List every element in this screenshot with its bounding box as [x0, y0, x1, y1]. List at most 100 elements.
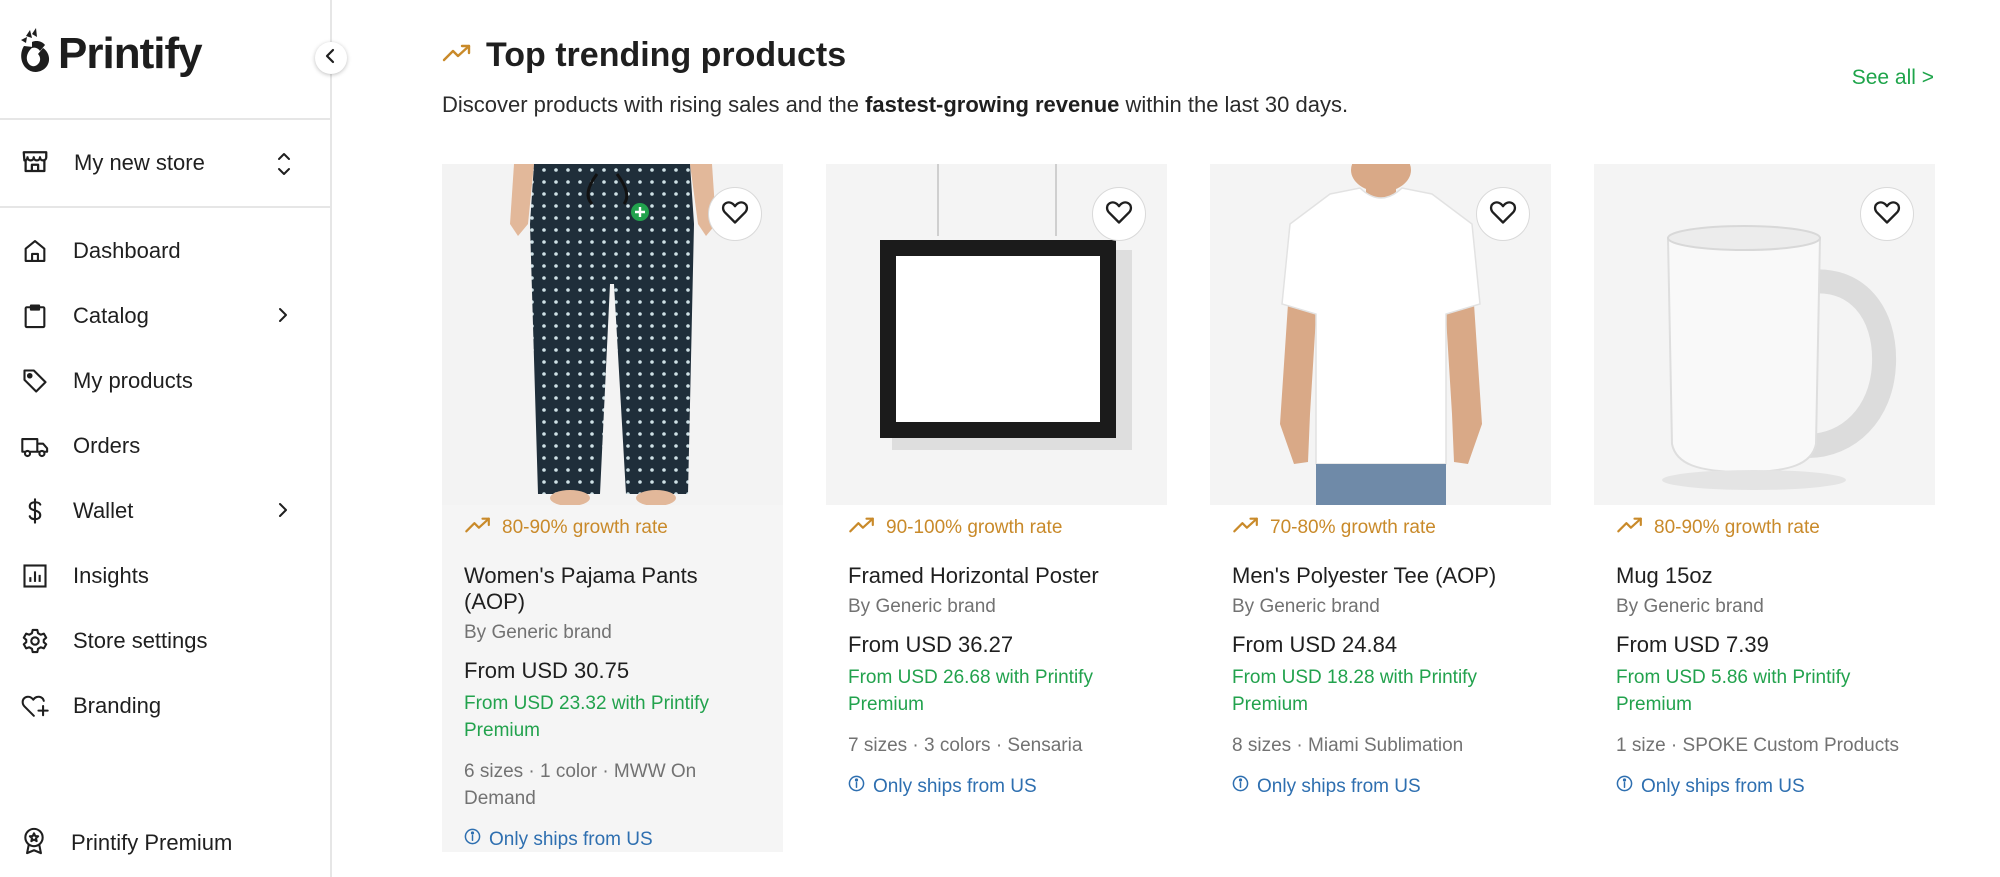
product-card[interactable]: 80-90% growth rate Mug 15oz By Generic b… [1594, 164, 1935, 852]
product-price: From USD 24.84 [1232, 632, 1398, 657]
growth-rate: 80-90% growth rate [1616, 515, 1913, 541]
product-meta: 8 sizes · Miami Sublimation [1232, 735, 1464, 756]
heart-plus-icon [20, 691, 50, 721]
printify-logo[interactable]: Printify [18, 26, 203, 82]
sidebar-item-branding[interactable]: Branding [0, 673, 332, 738]
heart-icon [1873, 199, 1901, 230]
heart-icon [721, 199, 749, 230]
shipping-info-text: Only ships from US [1641, 775, 1805, 797]
trending-up-icon [464, 516, 492, 540]
sidebar-item-label: Wallet [73, 497, 134, 523]
premium-price: From USD 23.32 with Printify Premium [464, 693, 709, 741]
info-icon [464, 828, 481, 851]
sidebar-item-label: Printify Premium [71, 830, 233, 855]
product-name[interactable]: Mug 15oz [1616, 563, 1913, 589]
sidebar-item-label: Orders [73, 432, 141, 458]
growth-rate-text: 80-90% growth rate [502, 517, 668, 538]
growth-rate-text: 70-80% growth rate [1270, 517, 1436, 538]
product-brand: By Generic brand [848, 596, 996, 617]
sidebar-nav: Dashboard Catalog My products Orders Wal… [0, 218, 332, 738]
product-brand: By Generic brand [464, 622, 612, 643]
product-meta: 1 size · SPOKE Custom Products [1616, 735, 1899, 756]
product-image[interactable] [442, 164, 783, 505]
shipping-info[interactable]: Only ships from US [848, 775, 1145, 798]
product-info: 70-80% growth rate Men's Polyester Tee (… [1210, 515, 1551, 798]
sidebar-item-label: Insights [73, 562, 149, 588]
dollar-icon [20, 496, 50, 526]
page-subtitle: Discover products with rising sales and … [442, 92, 1348, 118]
product-info: 80-90% growth rate Women's Pajama Pants … [442, 515, 783, 851]
sidebar-item-wallet[interactable]: Wallet [0, 478, 332, 543]
info-icon [848, 775, 865, 798]
premium-badge-icon [20, 826, 48, 861]
product-price: From USD 36.27 [848, 632, 1014, 657]
home-icon [20, 236, 50, 266]
favorite-button[interactable] [1092, 187, 1146, 241]
product-name[interactable]: Framed Horizontal Poster [848, 563, 1145, 589]
logo-text: Printify [58, 29, 203, 78]
product-meta: 7 sizes · 3 colors · Sensaria [848, 735, 1083, 756]
see-all-link[interactable]: See all > [1852, 66, 1934, 90]
clipboard-icon [20, 301, 50, 331]
store-selector[interactable]: My new store [0, 120, 332, 206]
sidebar-item-label: Branding [73, 692, 162, 718]
product-card[interactable]: 90-100% growth rate Framed Horizontal Po… [826, 164, 1167, 852]
sidebar-item-label: My products [73, 367, 193, 393]
trending-up-icon [848, 516, 876, 540]
shipping-info[interactable]: Only ships from US [464, 828, 761, 851]
premium-price: From USD 26.68 with Printify Premium [848, 667, 1093, 715]
subtitle-bold-text: fastest-growing revenue [865, 92, 1120, 117]
heart-icon [1489, 199, 1517, 230]
product-card[interactable]: 80-90% growth rate Women's Pajama Pants … [442, 164, 783, 852]
product-name[interactable]: Women's Pajama Pants (AOP) [464, 563, 761, 615]
sidebar-item-store-settings[interactable]: Store settings [0, 608, 332, 673]
shipping-info[interactable]: Only ships from US [1232, 775, 1529, 798]
growth-rate-text: 80-90% growth rate [1654, 517, 1820, 538]
premium-price: From USD 5.86 with Printify Premium [1616, 667, 1851, 715]
trending-up-icon [442, 43, 472, 68]
sidebar-item-orders[interactable]: Orders [0, 413, 332, 478]
subtitle-text: Discover products with rising sales and … [442, 92, 866, 117]
product-name[interactable]: Men's Polyester Tee (AOP) [1232, 563, 1529, 589]
truck-icon [20, 431, 50, 461]
store-icon [20, 146, 50, 181]
sidebar: Printify My new store Dashboard Catalog … [0, 0, 332, 877]
product-brand: By Generic brand [1616, 596, 1764, 617]
main-content: Top trending products Discover products … [442, 0, 1942, 877]
sidebar-item-my-products[interactable]: My products [0, 348, 332, 413]
product-image[interactable] [826, 164, 1167, 505]
chevron-left-icon [324, 48, 338, 69]
shipping-info[interactable]: Only ships from US [1616, 775, 1913, 798]
sidebar-item-insights[interactable]: Insights [0, 543, 332, 608]
gear-icon [20, 626, 50, 656]
page-title: Top trending products [486, 36, 847, 74]
tag-icon [20, 366, 50, 396]
printify-logo-icon [18, 27, 52, 81]
favorite-button[interactable] [1476, 187, 1530, 241]
product-info: 90-100% growth rate Framed Horizontal Po… [826, 515, 1167, 798]
product-card[interactable]: 70-80% growth rate Men's Polyester Tee (… [1210, 164, 1551, 852]
product-brand: By Generic brand [1232, 596, 1380, 617]
info-icon [1616, 775, 1633, 798]
growth-rate-text: 90-100% growth rate [886, 517, 1063, 538]
sidebar-item-printify-premium[interactable]: Printify Premium [0, 813, 332, 873]
product-price: From USD 30.75 [464, 658, 630, 683]
product-info: 80-90% growth rate Mug 15oz By Generic b… [1594, 515, 1935, 798]
product-cards: 80-90% growth rate Women's Pajama Pants … [442, 164, 1935, 852]
sidebar-item-label: Store settings [73, 627, 208, 653]
trending-up-icon [1232, 516, 1260, 540]
product-image[interactable] [1210, 164, 1551, 505]
sidebar-item-label: Catalog [73, 302, 149, 328]
growth-rate: 90-100% growth rate [848, 515, 1145, 541]
shipping-info-text: Only ships from US [489, 828, 653, 850]
favorite-button[interactable] [708, 187, 762, 241]
collapse-sidebar-button[interactable] [315, 42, 347, 74]
growth-rate: 70-80% growth rate [1232, 515, 1529, 541]
sidebar-item-catalog[interactable]: Catalog [0, 283, 332, 348]
product-image[interactable] [1594, 164, 1935, 505]
product-price: From USD 7.39 [1616, 632, 1769, 657]
sidebar-item-dashboard[interactable]: Dashboard [0, 218, 332, 283]
trending-up-icon [1616, 516, 1644, 540]
favorite-button[interactable] [1860, 187, 1914, 241]
section-header: Top trending products [442, 36, 846, 75]
